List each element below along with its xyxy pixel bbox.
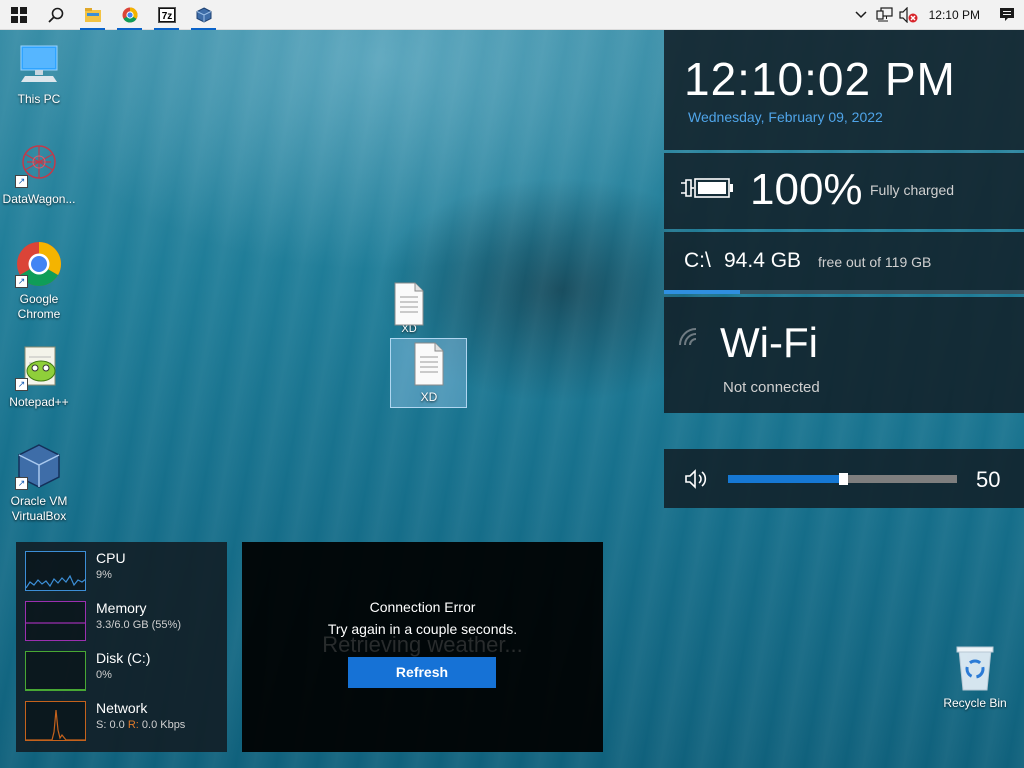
perf-title: Network [96, 700, 148, 716]
chrome-icon [122, 6, 138, 23]
volume-value: 50 [976, 467, 1001, 492]
shortcut-arrow-icon: ↗ [15, 275, 28, 288]
battery-gadget: 100% Fully charged [664, 153, 1024, 229]
disk-drive-letter: C:\ [684, 249, 711, 272]
perf-row-network: Network S: 0.0 R: 0.0 Kbps [16, 692, 227, 742]
refresh-button[interactable]: Refresh [348, 657, 496, 688]
desktop-icon-label: This PC [17, 92, 61, 106]
chevron-up-icon [855, 10, 867, 18]
folder-icon [84, 7, 101, 22]
speaker-icon[interactable] [684, 469, 710, 489]
computer-icon [15, 40, 63, 88]
wifi-status: Not connected [723, 379, 820, 396]
battery-percent: 100% [750, 165, 863, 214]
desktop-icon-google-chrome[interactable]: ↗ Google Chrome [0, 240, 78, 322]
performance-gadget: CPU 9% Memory 3.3/6.0 GB (55%) Disk (C:)… [16, 542, 227, 752]
desktop-icon-datawagon[interactable]: ↗ DataWagon... [0, 140, 78, 207]
clock-date: Wednesday, February 09, 2022 [688, 109, 883, 125]
battery-charging-icon [681, 178, 733, 198]
weather-gadget: Retrieving weather... Connection Error T… [242, 542, 603, 752]
memory-graph [25, 601, 86, 641]
document-icon [392, 282, 426, 326]
battery-status: Fully charged [870, 182, 955, 198]
desktop-icon-notepadpp[interactable]: ↗ Notepad++ [0, 343, 78, 410]
notifications-icon [1000, 8, 1014, 21]
taskbar-virtualbox[interactable] [185, 0, 222, 30]
windows-logo-icon [10, 6, 27, 23]
perf-row-memory: Memory 3.3/6.0 GB (55%) [16, 592, 227, 642]
disk-free-space: 94.4 GB [724, 249, 802, 272]
error-title: Connection Error [369, 599, 476, 615]
notepadpp-icon: ↗ [15, 343, 63, 391]
desktop-icon-label: XD [420, 390, 438, 404]
volume-gadget: 50 [664, 449, 1024, 508]
disk-gadget: C:\ 94.4 GB free out of 119 GB [664, 232, 1024, 294]
shortcut-arrow-icon: ↗ [15, 477, 28, 490]
clock-gadget: 12:10:02 PM Wednesday, February 09, 2022 [664, 30, 1024, 150]
show-hidden-icons-button[interactable] [849, 0, 873, 30]
wifi-name: Wi-Fi [720, 319, 818, 366]
volume-slider-fill [728, 475, 843, 483]
net-send-value: 0.0 [109, 719, 125, 731]
recycle-bin-icon [951, 644, 999, 692]
wifi-gadget: Wi-Fi Not connected [664, 297, 1024, 413]
desktop-icon-xd[interactable]: XD [390, 342, 468, 405]
perf-row-cpu: CPU 9% [16, 542, 227, 592]
taskbar-7zip[interactable]: 7z [148, 0, 185, 30]
volume-slider-thumb[interactable] [838, 473, 848, 485]
perf-value: S: 0.0 R: 0.0 Kbps [96, 719, 185, 731]
network-graph [25, 701, 86, 741]
volume-tray-button[interactable] [897, 0, 921, 30]
taskbar-file-explorer[interactable] [74, 0, 111, 30]
disk-free-detail: free out of 119 GB [818, 254, 932, 270]
taskbar: 7z 12:10 PM [0, 0, 1024, 30]
chrome-icon: ↗ [15, 240, 63, 288]
desktop-icon-label: Oracle VM VirtualBox [10, 494, 68, 523]
virtualbox-icon: ↗ [15, 442, 63, 490]
perf-title: Memory [96, 600, 147, 616]
action-center-button[interactable] [990, 0, 1024, 30]
perf-value: 0% [96, 669, 112, 681]
net-send-label: S: [96, 719, 107, 731]
datawagon-icon: ↗ [15, 140, 63, 188]
network-tray-button[interactable] [873, 0, 897, 30]
perf-row-disk: Disk (C:) 0% [16, 642, 227, 692]
disk-usage-fill [664, 290, 740, 294]
desktop-icon-label: Google Chrome [17, 292, 61, 321]
desktop-icon-label: Notepad++ [9, 395, 69, 409]
desktop-icon-recycle-bin[interactable]: Recycle Bin [936, 644, 1014, 711]
clock-time: 12:10:02 PM [684, 53, 956, 105]
desktop-icon-this-pc[interactable]: This PC [0, 40, 78, 107]
network-icon [876, 6, 893, 21]
desktop-icon-virtualbox[interactable]: ↗ Oracle VM VirtualBox [0, 442, 78, 524]
speaker-muted-icon [899, 6, 918, 23]
cpu-graph [25, 551, 86, 591]
document-icon [412, 342, 446, 386]
desktop-icon-label: DataWagon... [2, 192, 76, 206]
net-recv-value: 0.0 Kbps [141, 719, 186, 731]
shortcut-arrow-icon: ↗ [15, 378, 28, 391]
desktop-icon-xd-dragging[interactable]: XD [370, 282, 448, 337]
virtualbox-icon [196, 6, 211, 23]
perf-value: 3.3/6.0 GB (55%) [96, 619, 181, 631]
search-icon [47, 7, 63, 23]
desktop-icon-label: Recycle Bin [943, 696, 1007, 710]
disk-usage-bar [664, 290, 1024, 294]
volume-slider[interactable] [728, 473, 957, 485]
wifi-icon [679, 328, 697, 346]
taskbar-clock[interactable]: 12:10 PM [921, 8, 990, 22]
shortcut-arrow-icon: ↗ [15, 175, 28, 188]
net-recv-label: R: [127, 719, 139, 731]
7zip-icon: 7z [157, 6, 176, 23]
start-button[interactable] [0, 0, 37, 30]
search-button[interactable] [37, 0, 74, 30]
error-message: Try again in a couple seconds. [327, 621, 518, 637]
perf-value: 9% [96, 569, 112, 581]
perf-title: Disk (C:) [96, 650, 151, 666]
svg-text:7z: 7z [161, 11, 172, 22]
disk-graph [25, 651, 86, 691]
taskbar-chrome[interactable] [111, 0, 148, 30]
perf-title: CPU [96, 550, 126, 566]
